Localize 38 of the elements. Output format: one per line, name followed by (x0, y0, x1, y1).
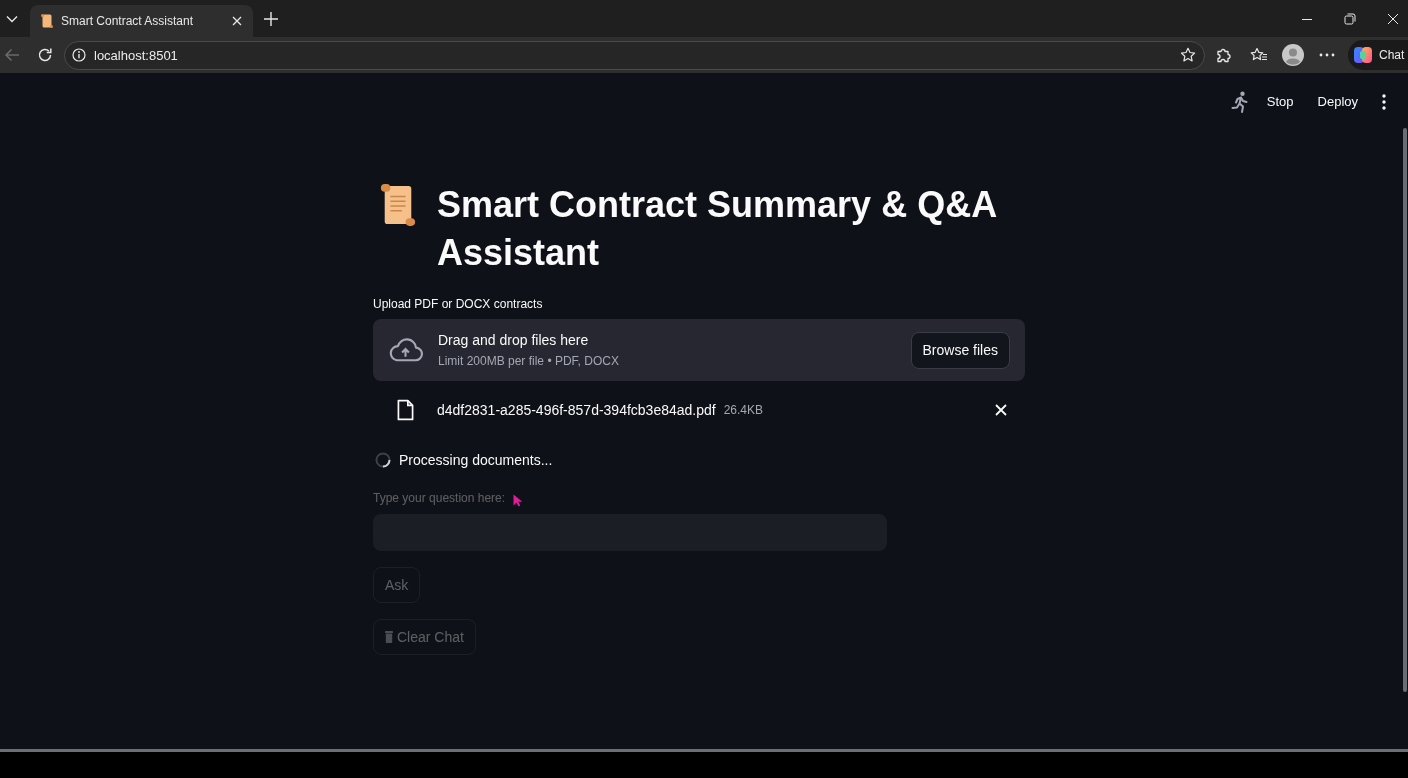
trash-icon (385, 631, 393, 643)
file-icon (397, 399, 414, 421)
file-dropzone[interactable]: Drag and drop files here Limit 200MB per file • PDF, DOCX Browse files (373, 319, 1025, 381)
plus-icon[interactable] (264, 11, 278, 26)
scroll-icon (379, 183, 417, 227)
browser-tab[interactable]: Smart Contract Assistant (30, 5, 253, 37)
dropzone-hint: Limit 200MB per file • PDF, DOCX (438, 353, 619, 369)
spinner-icon (375, 452, 391, 468)
avatar-icon[interactable] (1282, 44, 1304, 66)
scroll-icon (41, 14, 53, 28)
cloud-upload-icon (388, 338, 423, 362)
info-icon[interactable] (72, 48, 86, 62)
scrollbar[interactable] (1403, 128, 1407, 692)
reload-icon[interactable] (37, 47, 53, 63)
chat-button[interactable]: Chat (1348, 40, 1408, 70)
stop-button[interactable]: Stop (1260, 88, 1300, 115)
puzzle-icon[interactable] (1215, 47, 1231, 63)
chevron-down-icon[interactable] (6, 14, 18, 23)
page-title: Smart Contract Summary & Q&A Assistant (437, 183, 997, 275)
close-icon[interactable] (1387, 12, 1399, 25)
upload-label: Upload PDF or DOCX contracts (373, 296, 543, 313)
status-text: Processing documents... (399, 452, 553, 468)
dropzone-title: Drag and drop files here (438, 331, 590, 350)
copilot-icon (1353, 45, 1373, 65)
address-bar[interactable]: localhost:8501 (64, 40, 1205, 70)
pointer-icon (513, 493, 523, 507)
file-size: 26.4KB (723, 403, 764, 417)
close-icon[interactable] (232, 16, 242, 26)
deploy-button[interactable]: Deploy (1311, 88, 1364, 115)
more-icon[interactable] (1319, 53, 1335, 57)
star-icon[interactable] (1180, 47, 1196, 63)
file-name: d4df2831-a285-496f-857d-394fcb3e84ad.pdf (437, 402, 716, 418)
restore-icon[interactable] (1344, 12, 1356, 25)
question-label: Type your question here: (373, 490, 506, 507)
browse-files-button[interactable]: Browse files (910, 331, 1010, 369)
favorites-icon[interactable] (1250, 47, 1268, 63)
menu-icon[interactable] (1382, 93, 1386, 110)
running-person-icon (1229, 90, 1250, 113)
